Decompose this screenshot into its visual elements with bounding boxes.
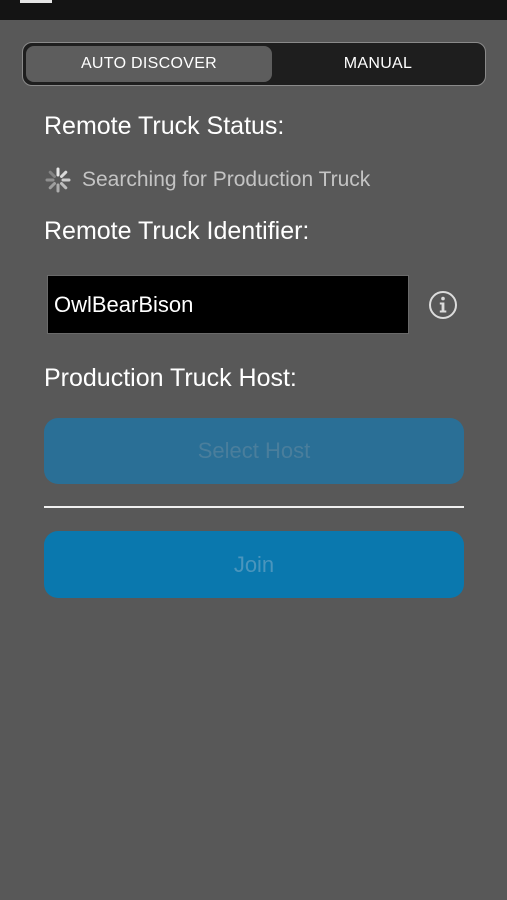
join-button[interactable]: Join xyxy=(44,531,464,598)
divider xyxy=(44,506,464,508)
remote-truck-identifier-input[interactable] xyxy=(47,275,409,334)
spinner-icon xyxy=(45,167,71,193)
select-host-button[interactable]: Select Host xyxy=(44,418,464,484)
manual-tab[interactable]: MANUAL xyxy=(275,46,481,82)
menu-icon[interactable] xyxy=(20,0,52,3)
remote-truck-identifier-label: Remote Truck Identifier: xyxy=(44,217,310,245)
info-icon[interactable] xyxy=(428,290,458,320)
status-text: Searching for Production Truck xyxy=(82,168,371,191)
nav-title-fragment xyxy=(244,0,288,3)
production-truck-host-label: Production Truck Host: xyxy=(44,364,297,392)
top-bar xyxy=(0,0,507,20)
auto-discover-tab[interactable]: AUTO DISCOVER xyxy=(26,46,272,82)
discovery-mode-segmented-control: AUTO DISCOVER MANUAL xyxy=(22,42,486,86)
remote-truck-status-label: Remote Truck Status: xyxy=(44,112,285,140)
